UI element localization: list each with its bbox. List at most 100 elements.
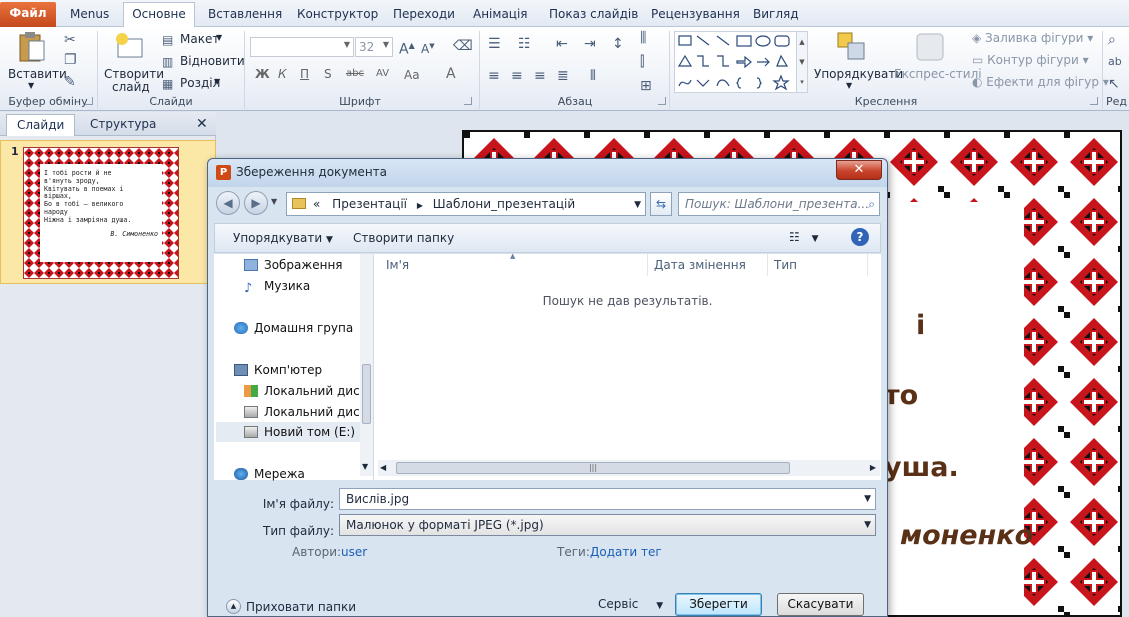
hscroll-thumb[interactable]: ||| xyxy=(396,462,790,474)
char-spacing-button[interactable]: AV xyxy=(376,68,389,79)
tab-slideshow[interactable]: Показ слайдів xyxy=(543,3,644,27)
nav-scroll-down-icon[interactable]: ▼ xyxy=(362,462,368,471)
format-painter-icon[interactable]: ✎ xyxy=(64,75,76,89)
authors-value[interactable]: user xyxy=(341,545,367,559)
bullets-icon[interactable]: ☰ xyxy=(488,37,501,51)
slide-thumbnail[interactable]: І тобі рости й не в'януть зроду, Квітува… xyxy=(23,147,179,279)
tab-transitions[interactable]: Переходи xyxy=(387,3,461,27)
align-right-icon[interactable]: ≡ xyxy=(534,69,546,83)
save-button[interactable]: Зберегти xyxy=(675,593,762,616)
tools-button[interactable]: Сервіс ▼ xyxy=(598,597,663,611)
tab-view[interactable]: Вигляд xyxy=(747,3,805,27)
nav-item-network[interactable]: Мережа xyxy=(234,464,305,484)
tab-design[interactable]: Конструктор xyxy=(291,3,384,27)
new-folder-button[interactable]: Створити папку xyxy=(353,231,454,245)
align-center-icon[interactable]: ≡ xyxy=(511,69,523,83)
line-spacing-icon[interactable]: ↕ xyxy=(612,37,624,51)
align-left-icon[interactable]: ≡ xyxy=(488,69,500,83)
columns-icon[interactable]: ⫴ xyxy=(590,69,596,83)
breadcrumb-overflow[interactable]: « xyxy=(313,197,320,211)
tab-review[interactable]: Рецензування xyxy=(645,3,746,27)
font-launcher-icon[interactable] xyxy=(464,97,472,105)
font-color-button[interactable]: A xyxy=(446,66,456,82)
tab-home[interactable]: Основне xyxy=(123,2,195,27)
replace-icon[interactable]: ab xyxy=(1108,55,1122,69)
address-dropdown-icon[interactable]: ▼ xyxy=(634,194,641,215)
find-icon[interactable]: ⌕ xyxy=(1108,33,1116,47)
shadow-button[interactable]: S xyxy=(324,67,332,81)
cut-icon[interactable]: ✂ xyxy=(64,33,76,47)
tab-insert[interactable]: Вставлення xyxy=(202,3,288,27)
italic-button[interactable]: К xyxy=(278,67,287,81)
grow-font-icon[interactable]: A▲ xyxy=(399,39,415,57)
font-name-combo[interactable]: ▼ xyxy=(250,37,354,57)
filename-input[interactable]: Вислів.jpg ▼ xyxy=(339,488,876,510)
shapes-gallery-scroll[interactable]: ▲ ▼ ▾ xyxy=(796,32,807,92)
clipboard-launcher-icon[interactable] xyxy=(85,97,93,105)
text-direction-icon[interactable]: ⫼ xyxy=(640,31,646,45)
nav-scrollbar[interactable]: ▼ xyxy=(360,254,373,476)
back-button[interactable]: ◀ xyxy=(216,191,240,215)
history-dropdown-icon[interactable]: ▼ xyxy=(271,197,277,206)
search-input[interactable]: Пошук: Шаблони_презента... ⌕ xyxy=(678,192,880,216)
bold-button[interactable]: Ж xyxy=(255,67,270,81)
column-type[interactable]: Тип xyxy=(768,254,868,276)
filetype-select[interactable]: Малюнок у форматі JPEG (*.jpg) ▼ xyxy=(339,514,876,536)
shape-fill-button[interactable]: ◈ Заливка фігури ▾ xyxy=(972,31,1093,45)
breadcrumb-item[interactable]: Шаблони_презентацій xyxy=(433,197,575,211)
tab-outline[interactable]: Структура xyxy=(82,114,164,136)
select-icon[interactable]: ↖ xyxy=(1108,77,1120,91)
strikethrough-button[interactable]: abc xyxy=(346,68,364,79)
add-tag-link[interactable]: Додати тег xyxy=(590,545,662,559)
arrange-button[interactable]: Упорядкувати ▼ xyxy=(812,29,903,93)
tab-slides[interactable]: Слайди xyxy=(6,114,76,136)
drawing-launcher-icon[interactable] xyxy=(1090,97,1098,105)
nav-item-computer[interactable]: Комп'ютер xyxy=(234,360,322,380)
justify-icon[interactable]: ≣ xyxy=(557,69,569,83)
increase-indent-icon[interactable]: ⇥ xyxy=(584,37,596,51)
nav-item-homegroup[interactable]: Домашня група xyxy=(234,318,353,338)
new-slide-button[interactable]: Створити слайд xyxy=(102,29,164,94)
decrease-indent-icon[interactable]: ⇤ xyxy=(556,37,568,51)
shape-effects-button[interactable]: ◐ Ефекти для фігур ▾ xyxy=(972,75,1109,89)
nav-scroll-thumb[interactable] xyxy=(362,364,371,424)
breadcrumb-item[interactable]: Презентації xyxy=(332,197,407,211)
tab-animations[interactable]: Анімація xyxy=(467,3,534,27)
nav-item-local-disk-d[interactable]: Локальний диск xyxy=(244,402,367,422)
slide-thumbnail-selected[interactable]: 1 І тобі рости й не в'януть зроду, Квіту… xyxy=(0,140,216,284)
quick-styles-button[interactable]: Експрес-стилі xyxy=(892,29,982,93)
change-case-button[interactable]: Aa xyxy=(404,68,420,82)
nav-item-music[interactable]: ♪ Музика xyxy=(244,276,310,296)
column-date[interactable]: Дата змінення xyxy=(648,254,768,276)
hscroll-left-icon[interactable]: ◀ xyxy=(380,463,386,472)
cancel-button[interactable]: Скасувати xyxy=(777,593,864,616)
nav-item-pictures[interactable]: Зображення xyxy=(244,255,343,275)
file-list-hscrollbar[interactable]: ◀ ||| ▶ xyxy=(378,460,880,476)
numbering-icon[interactable]: ☷ xyxy=(518,37,531,51)
hscroll-right-icon[interactable]: ▶ xyxy=(870,463,876,472)
close-pane-icon[interactable]: ✕ xyxy=(188,114,216,136)
clear-format-icon[interactable]: ⌫ xyxy=(453,39,473,53)
address-bar[interactable]: « Презентації ▶ Шаблони_презентацій ▼ xyxy=(286,192,646,216)
smartart-icon[interactable]: ⊞ xyxy=(640,79,652,93)
forward-button[interactable]: ▶ xyxy=(244,191,268,215)
help-icon[interactable]: ? xyxy=(851,228,869,246)
paragraph-launcher-icon[interactable] xyxy=(658,97,666,105)
copy-icon[interactable]: ❐ xyxy=(64,53,77,67)
shapes-gallery[interactable]: ▲ ▼ ▾ xyxy=(674,31,808,93)
paste-button[interactable]: Вставити ▼ xyxy=(6,29,67,93)
underline-button[interactable]: П xyxy=(300,67,309,81)
tab-file[interactable]: Файл xyxy=(0,2,56,27)
organize-button[interactable]: Упорядкувати ▼ xyxy=(233,231,333,245)
view-options-button[interactable]: ☷ ▼ xyxy=(789,230,819,244)
nav-item-local-disk-c[interactable]: Локальний диск xyxy=(244,381,367,401)
shrink-font-icon[interactable]: A▼ xyxy=(421,39,435,56)
align-text-icon[interactable]: ⫿ xyxy=(640,55,644,69)
close-button[interactable]: ✕ xyxy=(836,160,882,180)
tab-menus[interactable]: Menus xyxy=(64,3,115,27)
font-size-combo[interactable]: 32 ▼ xyxy=(355,37,393,57)
filename-dropdown-icon[interactable]: ▼ xyxy=(864,489,871,509)
nav-item-volume-e[interactable]: Новий том (E:) xyxy=(216,422,361,442)
refresh-button[interactable]: ⇆ xyxy=(650,192,672,216)
shape-outline-button[interactable]: ▭ Контур фігури ▾ xyxy=(972,53,1089,67)
